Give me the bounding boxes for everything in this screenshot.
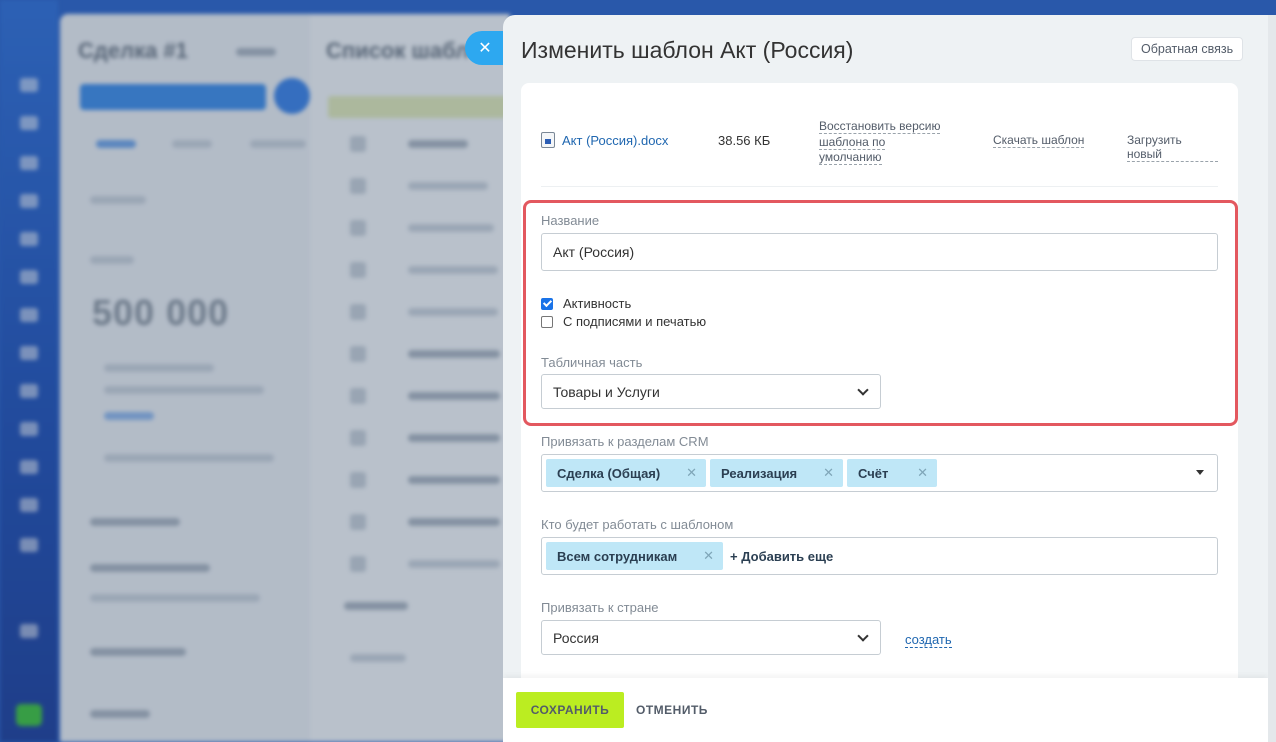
upload-new-link[interactable]: Загрузить новый (1127, 133, 1218, 162)
country-label: Привязать к стране (541, 600, 659, 615)
name-label: Название (541, 213, 600, 228)
stamps-label: С подписями и печатью (563, 314, 707, 329)
restore-default-link[interactable]: Восстановить версию шаблона по умолчанию (819, 119, 949, 166)
panel-footer: СОХРАНИТЬ ОТМЕНИТЬ (503, 678, 1268, 742)
stamps-checkbox[interactable] (541, 315, 553, 328)
active-checkbox-row[interactable]: Активность (541, 296, 631, 311)
add-more-link[interactable]: + Добавить еще (730, 549, 833, 564)
remove-tag-icon[interactable]: ✕ (917, 465, 928, 481)
crm-tag-label: Сделка (Общая) (557, 465, 661, 481)
users-selector[interactable]: Всем сотрудникам ✕ + Добавить еще (541, 537, 1218, 575)
remove-tag-icon[interactable]: ✕ (823, 465, 834, 481)
crm-tag-label: Счёт (858, 465, 889, 481)
table-part-select[interactable]: Товары и Услуги (541, 374, 881, 409)
crm-tag-label: Реализация (721, 465, 798, 481)
crm-tag-invoice: Счёт ✕ (847, 459, 937, 487)
save-button[interactable]: СОХРАНИТЬ (516, 692, 624, 728)
table-part-value: Товары и Услуги (553, 383, 660, 400)
download-template-link[interactable]: Скачать шаблон (993, 133, 1085, 148)
stamps-checkbox-row[interactable]: С подписями и печатью (541, 314, 706, 329)
crm-sections-selector[interactable]: Сделка (Общая) ✕ Реализация ✕ Счёт ✕ (541, 454, 1218, 492)
dropdown-arrow-icon[interactable] (1196, 470, 1204, 475)
country-value: Россия (553, 629, 599, 646)
table-part-label: Табличная часть (541, 355, 643, 370)
remove-tag-icon[interactable]: ✕ (703, 548, 714, 564)
close-panel-button[interactable]: ✕ (465, 31, 505, 65)
file-name-link[interactable]: Акт (Россия).docx (562, 133, 668, 148)
crm-tag-deal: Сделка (Общая) ✕ (546, 459, 706, 487)
page-scrollbar[interactable] (1268, 15, 1276, 742)
crm-sections-label: Привязать к разделам CRM (541, 434, 709, 449)
feedback-button[interactable]: Обратная связь (1131, 37, 1244, 61)
active-checkbox[interactable] (541, 297, 553, 310)
users-tag-all: Всем сотрудникам ✕ (546, 542, 723, 570)
edit-template-panel: Изменить шаблон Акт (Россия) Обратная св… (503, 15, 1268, 742)
remove-tag-icon[interactable]: ✕ (686, 465, 697, 481)
users-tag-label: Всем сотрудникам (557, 548, 678, 564)
name-input[interactable]: Акт (Россия) (541, 233, 1218, 271)
close-icon: ✕ (478, 40, 492, 57)
users-label: Кто будет работать с шаблоном (541, 517, 734, 532)
crm-tag-realization: Реализация ✕ (710, 459, 843, 487)
create-country-link[interactable]: создать (905, 632, 952, 648)
template-file-row: Акт (Россия).docx 38.56 КБ Восстановить … (541, 113, 1218, 187)
active-label: Активность (563, 296, 632, 311)
panel-title: Изменить шаблон Акт (Россия) (521, 37, 854, 63)
cancel-button[interactable]: ОТМЕНИТЬ (636, 692, 708, 728)
docx-file-icon (541, 132, 555, 148)
form-content: Акт (Россия).docx 38.56 КБ Восстановить … (521, 83, 1238, 723)
restore-default-label: Восстановить версию шаблона по умолчанию (819, 119, 941, 165)
chevron-down-icon (857, 629, 869, 642)
file-size: 38.56 КБ (718, 133, 771, 148)
chevron-down-icon (857, 383, 869, 396)
country-select[interactable]: Россия (541, 620, 881, 655)
